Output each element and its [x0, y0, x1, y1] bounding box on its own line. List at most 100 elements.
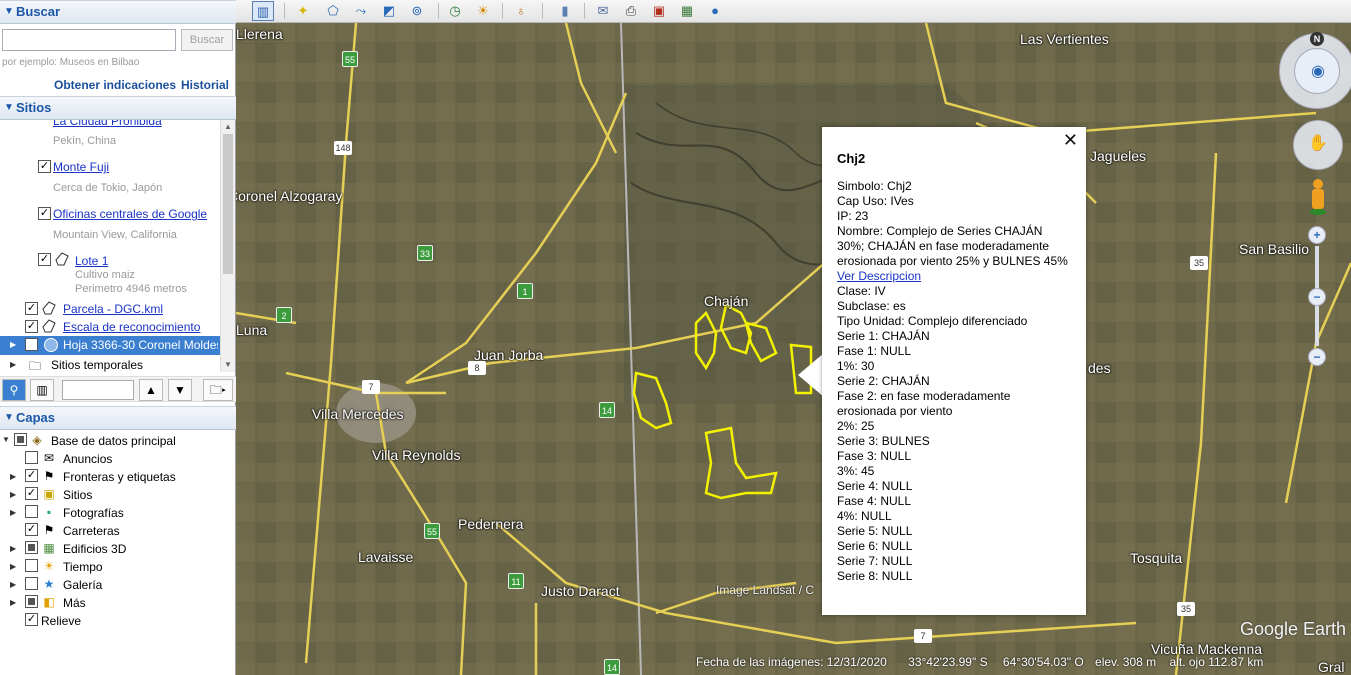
checkbox[interactable]: ✓ — [38, 160, 51, 173]
sunlight-icon[interactable]: ☀ — [472, 1, 494, 21]
history-link[interactable]: Historial — [181, 78, 229, 92]
places-scrollbar[interactable]: ▲ ▼ — [220, 120, 235, 372]
checkbox[interactable] — [25, 577, 38, 590]
place-link[interactable]: Parcela - DGC.kml — [63, 302, 163, 316]
zoom-thumb[interactable]: − — [1308, 288, 1326, 306]
scroll-thumb[interactable] — [223, 134, 233, 274]
search-icon[interactable]: ⚲ — [2, 379, 26, 401]
zoom-out-icon[interactable]: − — [1308, 348, 1326, 366]
street-view-pegman-icon[interactable] — [1308, 179, 1328, 219]
checkbox[interactable]: ✓ — [38, 207, 51, 220]
tour-icon[interactable]: ⊚ — [406, 1, 428, 21]
expand-triangle-icon[interactable]: ▶ — [10, 508, 16, 517]
expand-triangle-icon[interactable]: ▶ — [10, 472, 16, 481]
path-tool-icon[interactable]: ⤳ — [350, 1, 372, 21]
globe-icon[interactable]: ● — [704, 1, 726, 21]
eye-icon[interactable]: ◉ — [1308, 62, 1328, 82]
history-imagery-icon[interactable]: ◷ — [444, 1, 466, 21]
layer-label[interactable]: Galería — [63, 578, 102, 592]
folder-menu-icon[interactable]: 🗀▸ — [203, 379, 233, 401]
move-up-icon[interactable]: ▲ — [139, 379, 163, 401]
expand-triangle-icon[interactable]: ▶ — [10, 562, 16, 571]
checkbox[interactable]: ✓ — [25, 302, 38, 315]
expand-triangle-icon[interactable]: ▶ — [10, 340, 16, 349]
layers-header-label: Capas — [16, 410, 56, 425]
checkbox[interactable] — [25, 451, 38, 464]
scroll-up-icon[interactable]: ▲ — [224, 122, 232, 131]
expand-triangle-icon[interactable]: ▶ — [10, 580, 16, 589]
layer-label[interactable]: Tiempo — [63, 560, 103, 574]
place-link[interactable]: Oficinas centrales de Google — [53, 207, 207, 221]
checkbox-partial[interactable] — [25, 595, 38, 608]
map-view[interactable]: Llerena Las Vertientes Coronel Alzogaray… — [236, 23, 1351, 675]
overlay-tool-icon[interactable]: ◩ — [378, 1, 400, 21]
layer-label[interactable]: Base de datos principal — [51, 434, 176, 448]
expand-triangle-icon[interactable]: ▶ — [10, 360, 16, 369]
zoom-slider[interactable]: + − − — [1306, 226, 1330, 370]
layer-label[interactable]: Fronteras y etiquetas — [63, 470, 176, 484]
layer-label[interactable]: Carreteras — [63, 524, 120, 538]
checkbox[interactable]: ✓ — [25, 487, 38, 500]
checkbox[interactable]: ✓ — [25, 320, 38, 333]
places-header[interactable]: ▼ Sitios — [0, 96, 236, 120]
north-icon[interactable]: N — [1310, 32, 1324, 46]
ruler-icon[interactable]: ▮ — [554, 1, 576, 21]
search-input[interactable] — [2, 29, 176, 51]
checkbox[interactable]: ✓ — [25, 469, 38, 482]
collapse-triangle-icon[interactable]: ▼ — [4, 407, 14, 429]
expand-triangle-icon[interactable]: ▶ — [10, 598, 16, 607]
checkbox[interactable]: ✓ — [25, 338, 38, 351]
sidebar-toggle-icon[interactable]: ▥ — [252, 1, 274, 21]
scroll-down-icon[interactable]: ▼ — [224, 360, 232, 369]
place-label[interactable]: Sitios temporales — [51, 358, 143, 372]
search-button[interactable]: Buscar — [181, 29, 233, 51]
maps-icon[interactable]: ▦ — [676, 1, 698, 21]
layer-label[interactable]: Relieve — [41, 614, 81, 628]
layer-label[interactable]: Más — [63, 596, 86, 610]
close-icon[interactable]: ✕ — [1063, 131, 1078, 149]
collapse-triangle-icon[interactable]: ▼ — [4, 97, 14, 119]
move-joystick[interactable]: ✋ — [1293, 120, 1343, 170]
layer-label[interactable]: Fotografías — [63, 506, 124, 520]
look-joystick[interactable]: N ◉ — [1279, 32, 1351, 109]
move-down-icon[interactable]: ▼ — [168, 379, 192, 401]
checkbox[interactable]: ✓ — [25, 523, 38, 536]
overlay-icon — [44, 338, 58, 352]
zoom-in-icon[interactable]: + — [1308, 226, 1326, 244]
checkbox[interactable]: ✓ — [38, 253, 51, 266]
description-link[interactable]: Ver Descripcion — [837, 269, 1071, 284]
place-label[interactable]: Hoja 3366-30 Coronel Moldes — [63, 338, 218, 352]
directions-link[interactable]: Obtener indicaciones — [54, 78, 176, 92]
place-link[interactable]: La Ciudad Prohibida — [53, 120, 162, 128]
hand-icon[interactable]: ✋ — [1308, 134, 1328, 154]
print-icon[interactable]: ⎙ — [620, 1, 642, 21]
collapse-triangle-icon[interactable]: ▼ — [4, 1, 14, 23]
checkbox-partial[interactable] — [14, 433, 27, 446]
place-link[interactable]: Monte Fuji — [53, 160, 109, 174]
placemark-icon[interactable]: ✦ — [292, 1, 314, 21]
email-icon[interactable]: ✉ — [592, 1, 614, 21]
layer-label[interactable]: Sitios — [63, 488, 92, 502]
checkbox[interactable] — [25, 559, 38, 572]
planets-icon[interactable]: ♁ — [510, 1, 532, 21]
layer-label[interactable]: Edificios 3D — [63, 542, 126, 556]
expand-triangle-icon[interactable]: ▼ — [2, 435, 10, 444]
place-item[interactable]: La Ciudad Prohibida — [0, 120, 220, 132]
polygon-tool-icon[interactable]: ⬠ — [322, 1, 344, 21]
checkbox[interactable] — [25, 505, 38, 518]
expand-triangle-icon[interactable]: ▶ — [10, 544, 16, 553]
checkbox-partial[interactable] — [25, 541, 38, 554]
save-image-icon[interactable]: ▣ — [648, 1, 670, 21]
search-header[interactable]: ▼ Buscar — [0, 0, 236, 24]
more-icon: ◧ — [43, 595, 55, 609]
town-label: Justo Daract — [541, 583, 620, 599]
layer-label[interactable]: Anuncios — [63, 452, 112, 466]
panel-toggle-icon[interactable]: ▥ — [30, 379, 54, 401]
expand-triangle-icon[interactable]: ▶ — [10, 490, 16, 499]
place-link[interactable]: Lote 1 — [75, 254, 108, 268]
places-filter-input[interactable] — [62, 380, 134, 400]
balloon-line: Serie 3: BULNES — [837, 434, 930, 448]
place-item-selected[interactable]: ▶ ✓ Hoja 3366-30 Coronel Moldes — [0, 336, 220, 355]
layers-header[interactable]: ▼ Capas — [0, 406, 236, 430]
checkbox[interactable]: ✓ — [25, 613, 38, 626]
